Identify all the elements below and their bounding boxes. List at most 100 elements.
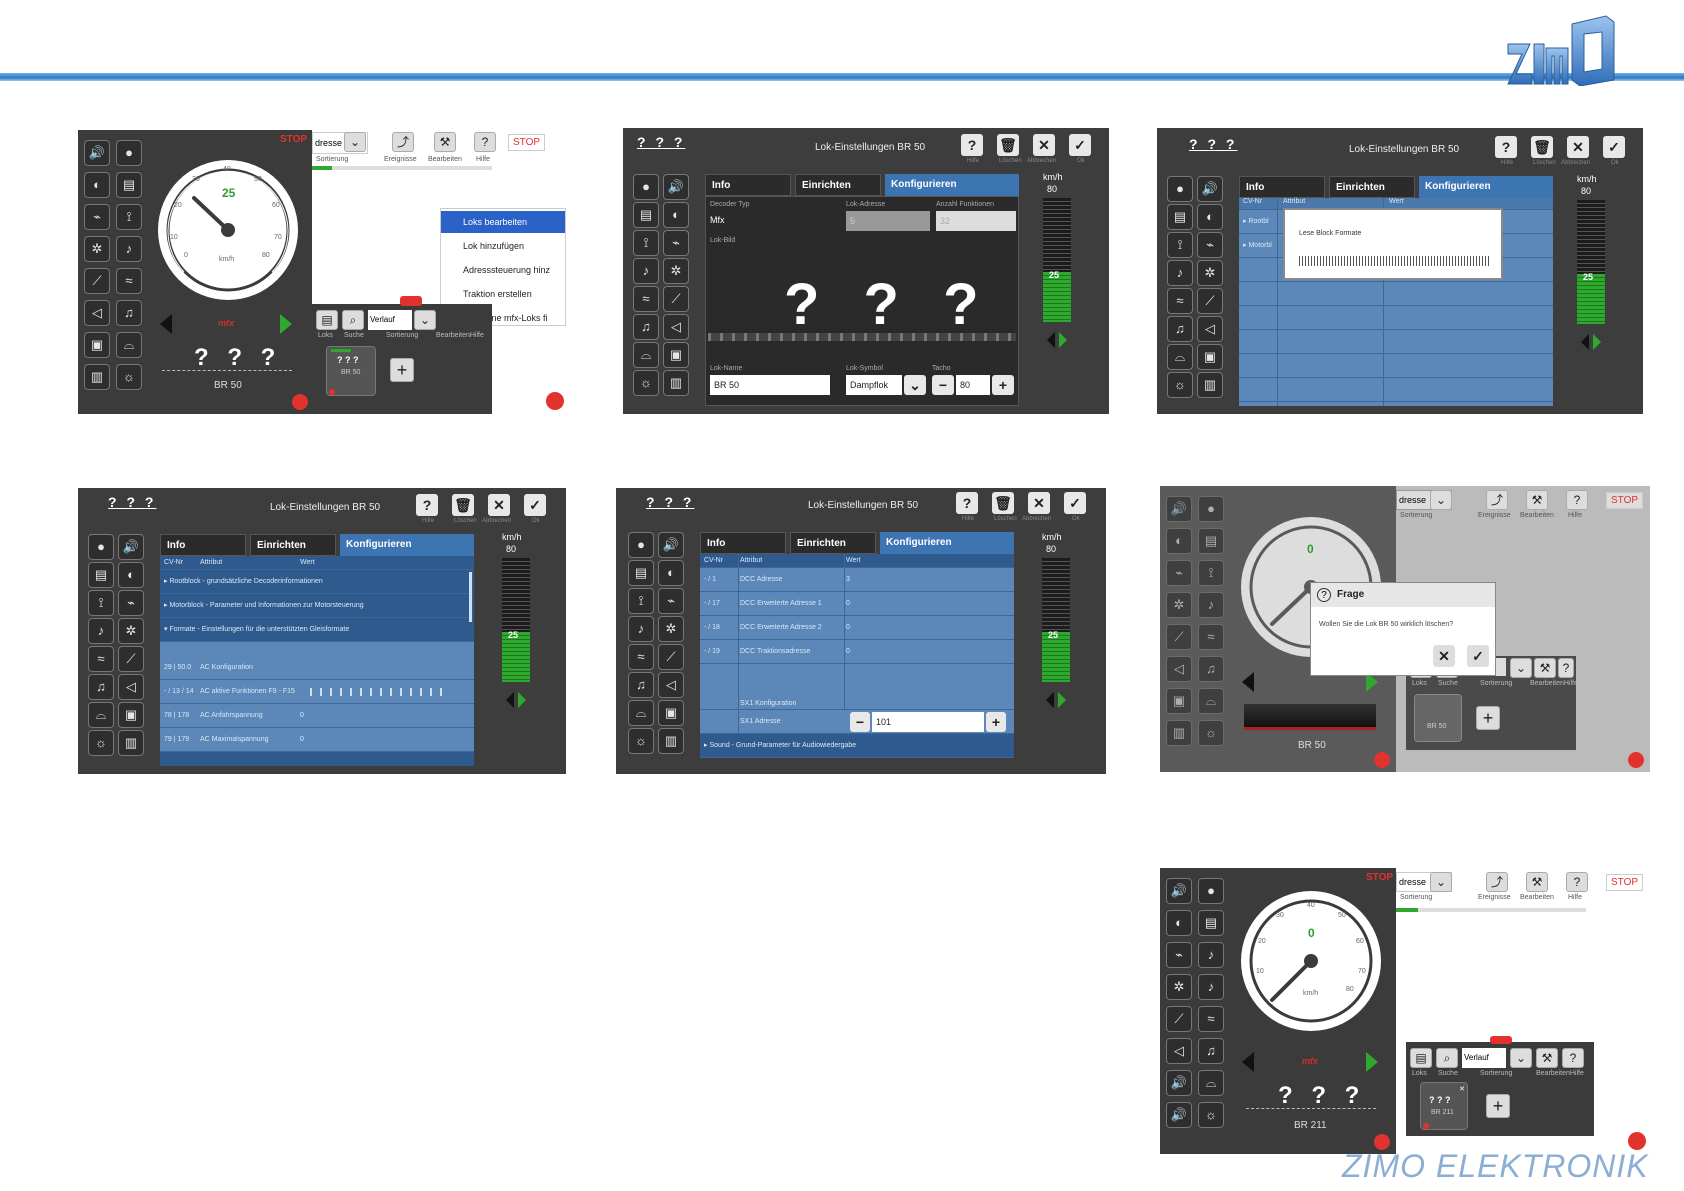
direction-left-icon[interactable] [1047,332,1055,348]
minus-icon[interactable]: − [850,712,870,732]
steam-icon[interactable]: ≈ [628,644,654,670]
steam-icon[interactable]: ≈ [1198,1006,1224,1032]
menu-add-address-control[interactable]: Adresssteuerung hinz [441,259,565,281]
help-icon[interactable]: ? [1558,658,1574,678]
car-icon[interactable]: ⌓ [116,332,142,358]
emergency-stop-icon[interactable] [292,394,308,410]
coupler-icon[interactable]: ⌁ [658,588,684,614]
loco-card[interactable]: ✕ ? ? ? BR 211 [1420,1082,1468,1130]
add-loco-icon[interactable]: + [1476,706,1500,730]
shunting-icon[interactable]: ⟋ [1197,288,1223,314]
tab-konfigurieren[interactable]: Konfigurieren [885,174,1019,196]
delete-icon[interactable]: 🗑 [992,492,1014,514]
direction-left-icon[interactable] [506,692,514,708]
pantograph-icon[interactable]: ☼ [116,364,142,390]
direction-right-icon[interactable] [1058,692,1066,708]
pantograph-icon[interactable]: ☼ [1198,720,1224,746]
search-icon[interactable]: ⌕ [342,310,364,330]
sound-icon[interactable]: 🔊 [1166,878,1192,904]
loco-address-field[interactable]: 5 [846,211,930,231]
history-chevron-icon[interactable]: ⌄ [1510,1048,1532,1068]
direction-right-icon[interactable] [1366,1052,1378,1072]
volume-icon[interactable]: ◁ [1166,656,1192,682]
sx1-address-field[interactable]: 101 [872,712,984,732]
volume-icon[interactable]: ◁ [658,672,684,698]
cab-light-icon[interactable]: ▣ [118,702,144,728]
speed-bar[interactable]: 25 [1577,200,1605,324]
cab-light-icon[interactable]: ▣ [663,342,689,368]
help-icon[interactable]: ? [961,134,983,156]
help-icon[interactable]: ? [474,132,496,152]
loco-symbol-select[interactable]: Dampflok [846,375,902,395]
table-row[interactable]: SX1 Konfiguration [700,664,1014,710]
menu-create-traction[interactable]: Traktion erstellen [441,283,565,305]
help-icon[interactable]: ? [1566,490,1588,510]
train-icon[interactable]: ▤ [88,562,114,588]
volume-icon[interactable]: ◁ [84,300,110,326]
cab-light-icon[interactable]: ▣ [658,700,684,726]
menu-edit-locos[interactable]: Loks bearbeiten [441,211,565,233]
direction-left-icon[interactable] [1581,334,1589,350]
pantograph-icon[interactable]: ☼ [1198,1102,1224,1128]
emergency-stop-icon[interactable] [1374,752,1390,768]
coupler-icon[interactable]: ⌁ [118,590,144,616]
shunting-icon[interactable]: ⟋ [658,644,684,670]
minus-icon[interactable]: − [932,375,954,395]
tab-info[interactable]: Info [700,532,786,554]
door-icon[interactable]: ⟟ [88,590,114,616]
speed-bar[interactable]: 25 [1043,198,1071,322]
history-chevron-icon[interactable]: ⌄ [1510,658,1532,678]
fan-icon[interactable]: ✲ [663,258,689,284]
table-row[interactable]: - / 17 DCC Erweiterte Adresse 1 0 [700,592,1014,616]
ok-icon[interactable]: ✓ [1064,492,1086,514]
help-icon[interactable]: ? [956,492,978,514]
ok-icon[interactable]: ✓ [1069,134,1091,156]
table-row[interactable]: ▸ Rootblock - grundsätzliche Decoderinfo… [160,570,474,594]
table-row[interactable]: - / 18 DCC Erweiterte Adresse 2 0 [700,616,1014,640]
light-icon[interactable]: ● [633,174,659,200]
whistle-icon[interactable]: ♪ [116,236,142,262]
events-icon[interactable]: ⤴ [1486,490,1508,510]
emergency-stop-icon[interactable] [1374,1134,1390,1150]
door-icon[interactable]: ⟟ [633,230,659,256]
speed-bar[interactable]: 25 [1042,558,1070,682]
chevron-down-icon[interactable]: ⌄ [1430,872,1452,892]
direction-right-icon[interactable] [280,314,292,334]
events-icon[interactable]: ⤴ [1486,872,1508,892]
help-icon[interactable]: ? [1566,872,1588,892]
tab-info[interactable]: Info [1239,176,1325,198]
history-chevron-icon[interactable]: ⌄ [414,310,436,330]
cancel-icon[interactable]: ✕ [488,494,510,516]
tab-konfigurieren[interactable]: Konfigurieren [340,534,474,556]
add-loco-icon[interactable]: + [1486,1094,1510,1118]
table-row[interactable]: 79 | 179 AC Maximalspannung 0 [160,728,474,752]
light-icon[interactable]: ● [116,140,142,166]
horn-icon[interactable]: ◐ [1166,910,1192,936]
fan-icon[interactable]: ✲ [658,616,684,642]
whistle-icon[interactable]: ♪ [1198,942,1224,968]
sound-icon[interactable]: 🔊 [1197,176,1223,202]
tacho-field[interactable]: 80 [956,375,990,395]
delete-icon[interactable]: 🗑 [452,494,474,516]
tab-einrichten[interactable]: Einrichten [250,534,336,556]
light-icon[interactable]: ● [1167,176,1193,202]
steam-icon[interactable]: ≈ [116,268,142,294]
light-icon[interactable]: ● [88,534,114,560]
bell-icon[interactable]: ♫ [116,300,142,326]
search-icon[interactable]: ⌕ [1436,1048,1458,1068]
help-icon[interactable]: ? [1562,1048,1584,1068]
car-icon[interactable]: ⌓ [88,702,114,728]
table-row[interactable]: ▸ Sound - Grund-Parameter für Audiowiede… [700,734,1014,758]
steam-icon[interactable]: ≈ [1198,624,1224,650]
wagon-icon[interactable]: ▥ [1166,720,1192,746]
steam-icon[interactable]: ≈ [88,646,114,672]
train-icon[interactable]: ▤ [633,202,659,228]
card-close-icon[interactable]: ✕ [1459,1085,1465,1093]
add-loco-icon[interactable]: + [390,358,414,382]
pantograph-icon[interactable]: ☼ [633,370,659,396]
wagon-icon[interactable]: ▥ [663,370,689,396]
delete-icon[interactable]: 🗑 [997,134,1019,156]
whistle-icon[interactable]: ♪ [633,258,659,284]
cab-light-icon[interactable]: ▣ [1197,344,1223,370]
light-icon[interactable]: ● [1198,496,1224,522]
